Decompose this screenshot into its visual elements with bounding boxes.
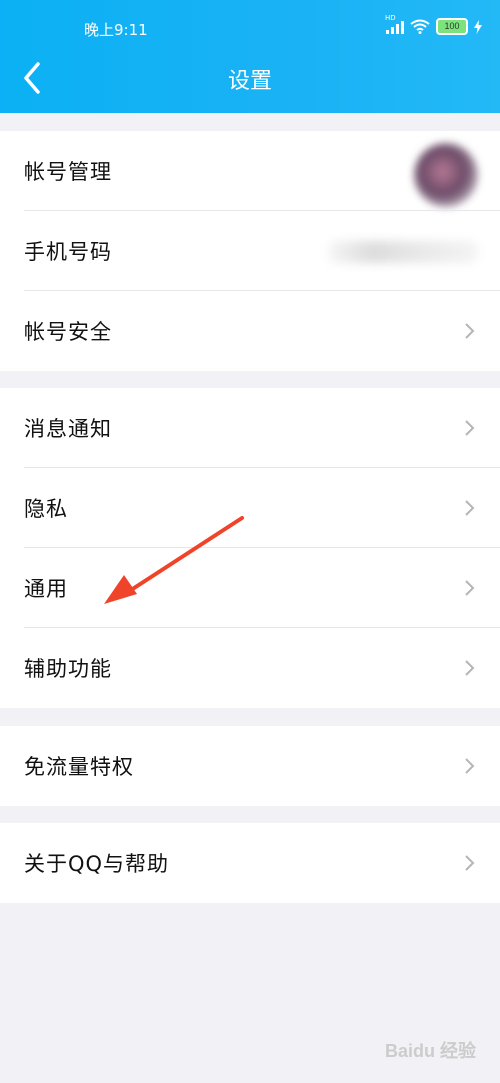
avatar — [414, 143, 478, 207]
chevron-right-icon — [465, 580, 475, 596]
row-account-manage[interactable]: 帐号管理 — [0, 131, 500, 211]
row-label: 隐私 — [24, 497, 68, 521]
row-data-free[interactable]: 免流量特权 — [0, 726, 500, 806]
row-accessibility[interactable]: 辅助功能 — [0, 628, 500, 708]
row-label: 手机号码 — [24, 240, 112, 264]
chevron-right-icon — [465, 500, 475, 516]
about-group: 关于QQ与帮助 — [0, 823, 500, 903]
chevron-right-icon — [465, 323, 475, 339]
charging-icon — [474, 19, 482, 34]
row-label: 帐号安全 — [24, 320, 112, 344]
row-notifications[interactable]: 消息通知 — [0, 388, 500, 468]
chevron-right-icon — [465, 758, 475, 774]
row-general[interactable]: 通用 — [0, 548, 500, 628]
page-title: 设置 — [227, 69, 272, 94]
row-label: 帐号管理 — [24, 160, 112, 184]
status-icons: HD 100 — [385, 14, 482, 35]
signal-icon: HD — [385, 14, 404, 34]
row-label: 通用 — [24, 577, 68, 601]
row-label: 关于QQ与帮助 — [24, 852, 170, 876]
row-phone-number[interactable]: 手机号码 — [0, 211, 500, 291]
row-label: 免流量特权 — [24, 755, 134, 779]
title-bar: 晚上9:11 HD 100 设置 — [0, 0, 500, 113]
battery-icon: 100 — [436, 18, 468, 35]
row-privacy[interactable]: 隐私 — [0, 468, 500, 548]
chevron-right-icon — [465, 855, 475, 871]
account-group: 帐号管理 手机号码 帐号安全 — [0, 131, 500, 371]
data-free-group: 免流量特权 — [0, 726, 500, 806]
general-group: 消息通知 隐私 通用 辅助功能 — [0, 388, 500, 708]
chevron-right-icon — [465, 660, 475, 676]
row-about[interactable]: 关于QQ与帮助 — [0, 823, 500, 903]
wifi-icon — [410, 19, 430, 34]
row-account-security[interactable]: 帐号安全 — [0, 291, 500, 371]
status-time: 晚上9:11 — [84, 21, 148, 39]
row-label: 辅助功能 — [24, 657, 112, 681]
watermark-logo: Baidu 经验 — [384, 1041, 476, 1061]
chevron-right-icon — [465, 420, 475, 436]
phone-number-blurred — [328, 241, 478, 263]
row-label: 消息通知 — [24, 417, 112, 441]
